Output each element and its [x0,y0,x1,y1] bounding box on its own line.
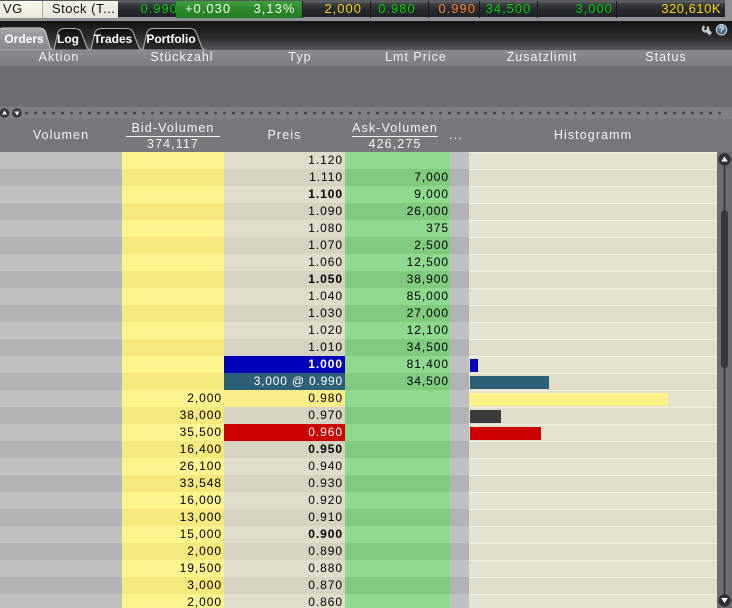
svg-text:Log: Log [57,32,79,46]
svg-text:Orders: Orders [4,32,44,46]
svg-text:Trades: Trades [94,32,133,46]
svg-text:Portfolio: Portfolio [146,32,195,46]
svg-text:?: ? [719,25,724,35]
